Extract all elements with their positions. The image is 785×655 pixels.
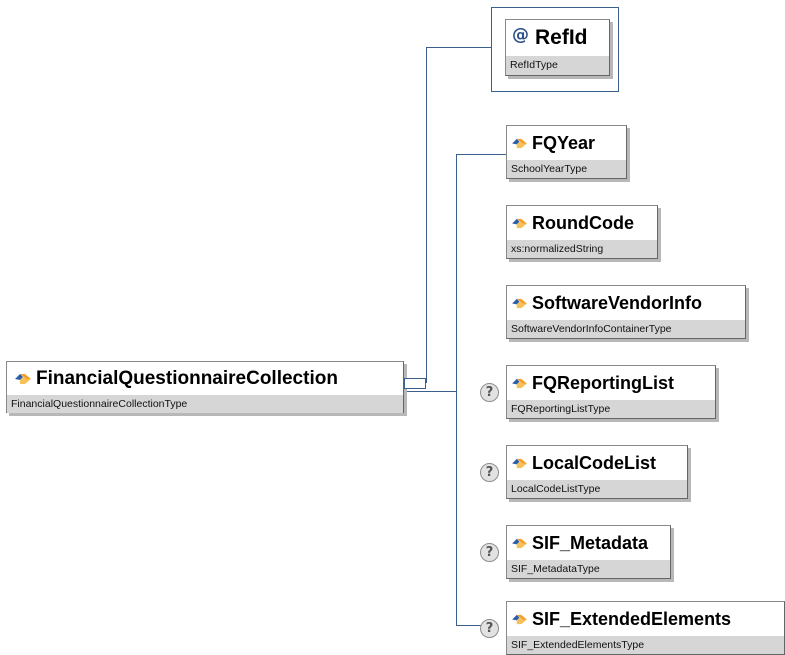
root-element-type: FinancialQuestionnaireCollectionType bbox=[7, 395, 403, 413]
child-element-name: SIF_Metadata bbox=[532, 532, 649, 553]
child-element-type: LocalCodeListType bbox=[507, 480, 687, 498]
optional-marker-icon: ? bbox=[480, 383, 499, 402]
child-element-node-fqreportinglist[interactable]: FQReportingList FQReportingListType bbox=[506, 365, 716, 419]
element-icon bbox=[512, 614, 527, 624]
child-element-name-row: LocalCodeList bbox=[507, 446, 687, 480]
child-element-name: SoftwareVendorInfo bbox=[532, 292, 703, 313]
optional-marker-icon: ? bbox=[480, 463, 499, 482]
child-element-name-row: SoftwareVendorInfo bbox=[507, 286, 745, 320]
attribute-type: RefIdType bbox=[506, 56, 609, 75]
connector-root-horizontal-2 bbox=[404, 391, 456, 392]
connector-children-vertical bbox=[456, 154, 457, 625]
connector-attribute-horizontal bbox=[426, 47, 491, 48]
element-icon bbox=[512, 298, 527, 308]
child-element-name: RoundCode bbox=[532, 212, 634, 233]
optional-marker-icon: ? bbox=[480, 543, 499, 562]
attribute-node-refid[interactable]: @ RefId RefIdType bbox=[505, 19, 610, 76]
root-element-name-row: FinancialQuestionnaireCollection bbox=[7, 362, 403, 395]
attribute-name: RefId bbox=[535, 26, 588, 49]
element-icon bbox=[512, 218, 527, 228]
child-element-name: FQReportingList bbox=[532, 372, 674, 393]
element-icon bbox=[512, 458, 527, 468]
child-element-name: SIF_ExtendedElements bbox=[532, 608, 732, 629]
child-element-type: SoftwareVendorInfoContainerType bbox=[507, 320, 745, 338]
child-element-name: LocalCodeList bbox=[532, 452, 657, 473]
child-element-node-sif-metadata[interactable]: SIF_Metadata SIF_MetadataType bbox=[506, 525, 671, 579]
child-element-name-row: SIF_Metadata bbox=[507, 526, 670, 560]
element-icon bbox=[512, 378, 527, 388]
child-element-node-localcodelist[interactable]: LocalCodeList LocalCodeListType bbox=[506, 445, 688, 499]
child-element-name-row: FQYear bbox=[507, 126, 626, 160]
optional-marker-icon: ? bbox=[480, 619, 499, 638]
root-element-name: FinancialQuestionnaireCollection bbox=[36, 367, 338, 389]
child-element-node-softwarevendorinfo[interactable]: SoftwareVendorInfo SoftwareVendorInfoCont… bbox=[506, 285, 746, 339]
connector-child-fqyear bbox=[456, 154, 506, 155]
child-element-node-fqyear[interactable]: FQYear SchoolYearType bbox=[506, 125, 627, 179]
element-icon bbox=[512, 538, 527, 548]
child-element-name: FQYear bbox=[532, 132, 596, 153]
child-element-node-roundcode[interactable]: RoundCode xs:normalizedString bbox=[506, 205, 658, 259]
child-element-type: SIF_ExtendedElementsType bbox=[507, 636, 784, 654]
sequence-compositor[interactable] bbox=[404, 378, 426, 389]
child-element-type: SchoolYearType bbox=[507, 160, 626, 178]
child-element-node-sif-extendedelements[interactable]: SIF_ExtendedElements SIF_ExtendedElements… bbox=[506, 601, 785, 655]
child-element-name-row: RoundCode bbox=[507, 206, 657, 240]
connector-attribute-vertical bbox=[426, 47, 427, 383]
child-element-type: SIF_MetadataType bbox=[507, 560, 670, 578]
element-icon bbox=[15, 373, 31, 384]
attribute-name-row: @ RefId bbox=[506, 20, 609, 56]
child-element-type: xs:normalizedString bbox=[507, 240, 657, 258]
child-element-name-row: SIF_ExtendedElements bbox=[507, 602, 784, 636]
element-icon bbox=[512, 138, 527, 148]
child-element-type: FQReportingListType bbox=[507, 400, 715, 418]
attribute-icon: @ bbox=[512, 25, 529, 45]
child-element-name-row: FQReportingList bbox=[507, 366, 715, 400]
root-element-node[interactable]: FinancialQuestionnaireCollection Financi… bbox=[6, 361, 404, 413]
